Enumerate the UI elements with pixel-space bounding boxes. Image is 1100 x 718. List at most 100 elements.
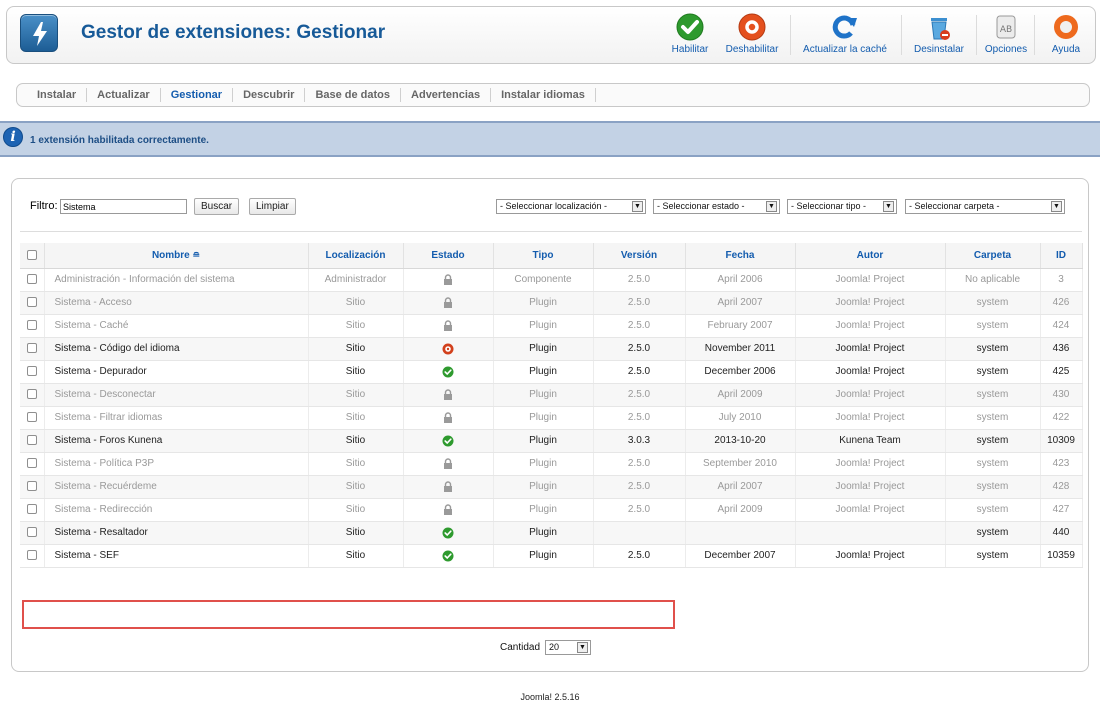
refresh-cache-button[interactable]: Actualizar la caché bbox=[795, 12, 895, 58]
row-checkbox[interactable] bbox=[26, 389, 37, 400]
name-cell[interactable]: Sistema - Política P3P bbox=[44, 452, 309, 476]
filter-search-input[interactable] bbox=[60, 199, 187, 214]
name-cell[interactable]: Sistema - Resaltador bbox=[44, 521, 309, 545]
version-cell: 2.5.0 bbox=[593, 383, 686, 407]
row-checkbox[interactable] bbox=[26, 297, 37, 308]
row-checkbox[interactable] bbox=[26, 366, 37, 377]
location-cell: Sitio bbox=[308, 452, 404, 476]
version-cell: 2.5.0 bbox=[593, 314, 686, 338]
select-all-checkbox[interactable] bbox=[26, 250, 37, 261]
table-body: Administración - Información del sistema… bbox=[20, 268, 1083, 568]
id-cell: 427 bbox=[1040, 498, 1083, 522]
footer-version: Joomla! 2.5.16 bbox=[520, 692, 580, 702]
toolbar-divider bbox=[901, 15, 902, 55]
status-cell bbox=[403, 268, 494, 292]
name-cell[interactable]: Sistema - Depurador bbox=[44, 360, 309, 384]
id-cell: 426 bbox=[1040, 291, 1083, 315]
tab-database[interactable]: Base de datos bbox=[305, 88, 402, 102]
disable-button[interactable]: Deshabilitar bbox=[719, 12, 785, 58]
folder-cell: system bbox=[945, 475, 1041, 499]
author-cell: Joomla! Project bbox=[795, 360, 946, 384]
row-checkbox[interactable] bbox=[26, 435, 37, 446]
options-button[interactable]: AB Opciones bbox=[982, 12, 1030, 58]
folder-cell: system bbox=[945, 383, 1041, 407]
version-cell: 2.5.0 bbox=[593, 268, 686, 292]
date-cell bbox=[685, 521, 796, 545]
refresh-cache-label: Actualizar la caché bbox=[803, 44, 887, 55]
tab-install[interactable]: Instalar bbox=[27, 88, 88, 102]
type-cell: Plugin bbox=[493, 314, 594, 338]
check-icon[interactable] bbox=[442, 527, 454, 539]
row-checkbox[interactable] bbox=[26, 458, 37, 469]
tab-manage[interactable]: Gestionar bbox=[161, 88, 234, 102]
filter-label: Filtro: bbox=[30, 200, 58, 212]
date-cell: July 2010 bbox=[685, 406, 796, 430]
status-cell bbox=[403, 475, 494, 499]
status-cell bbox=[403, 337, 494, 361]
name-cell[interactable]: Sistema - Código del idioma bbox=[44, 337, 309, 361]
name-cell[interactable]: Administración - Información del sistema bbox=[44, 268, 309, 292]
help-button[interactable]: Ayuda bbox=[1040, 12, 1092, 58]
name-cell[interactable]: Sistema - Recuérdeme bbox=[44, 475, 309, 499]
disabled-icon[interactable] bbox=[442, 343, 454, 355]
version-cell: 2.5.0 bbox=[593, 544, 686, 568]
name-cell[interactable]: Sistema - Filtrar idiomas bbox=[44, 406, 309, 430]
location-cell: Sitio bbox=[308, 521, 404, 545]
tab-update[interactable]: Actualizar bbox=[87, 88, 161, 102]
check-icon[interactable] bbox=[442, 366, 454, 378]
column-header-author[interactable]: Autor bbox=[795, 243, 946, 269]
column-header-date[interactable]: Fecha bbox=[685, 243, 796, 269]
pagination-limit-select[interactable]: 20 ▼ bbox=[545, 640, 591, 655]
version-cell: 2.5.0 bbox=[593, 406, 686, 430]
location-select[interactable]: - Seleccionar localización - ▼ bbox=[496, 199, 646, 214]
tab-install-languages[interactable]: Instalar idiomas bbox=[491, 88, 596, 102]
row-checkbox[interactable] bbox=[26, 343, 37, 354]
clear-button[interactable]: Limpiar bbox=[249, 198, 296, 215]
column-header-location[interactable]: Localización bbox=[308, 243, 404, 269]
status-cell bbox=[403, 498, 494, 522]
type-select[interactable]: - Seleccionar tipo - ▼ bbox=[787, 199, 897, 214]
name-cell[interactable]: Sistema - SEF bbox=[44, 544, 309, 568]
name-cell[interactable]: Sistema - Foros Kunena bbox=[44, 429, 309, 453]
location-select-value: - Seleccionar localización - bbox=[500, 201, 608, 211]
name-cell[interactable]: Sistema - Redirección bbox=[44, 498, 309, 522]
column-header-id[interactable]: ID bbox=[1040, 243, 1083, 269]
folder-cell: system bbox=[945, 452, 1041, 476]
row-checkbox[interactable] bbox=[26, 550, 37, 561]
trash-icon bbox=[931, 18, 950, 40]
row-checkbox[interactable] bbox=[26, 274, 37, 285]
column-header-status[interactable]: Estado bbox=[403, 243, 494, 269]
row-checkbox-cell bbox=[20, 429, 45, 453]
date-cell: February 2007 bbox=[685, 314, 796, 338]
row-checkbox[interactable] bbox=[26, 481, 37, 492]
enable-button[interactable]: Habilitar bbox=[667, 12, 713, 58]
tab-warnings[interactable]: Advertencias bbox=[401, 88, 492, 102]
row-checkbox[interactable] bbox=[26, 527, 37, 538]
status-select[interactable]: - Seleccionar estado - ▼ bbox=[653, 199, 780, 214]
table-row: Sistema - Filtrar idiomas Sitio Plugin 2.5.… bbox=[20, 406, 1083, 430]
svg-text:AB: AB bbox=[1000, 25, 1012, 35]
row-checkbox-cell bbox=[20, 452, 45, 476]
tab-discover[interactable]: Descubrir bbox=[233, 88, 306, 102]
type-cell: Plugin bbox=[493, 498, 594, 522]
column-header-type[interactable]: Tipo bbox=[493, 243, 594, 269]
folder-select[interactable]: - Seleccionar carpeta - ▼ bbox=[905, 199, 1065, 214]
uninstall-button[interactable]: Desinstalar bbox=[907, 12, 971, 58]
name-cell[interactable]: Sistema - Acceso bbox=[44, 291, 309, 315]
row-checkbox[interactable] bbox=[26, 504, 37, 515]
check-icon[interactable] bbox=[442, 435, 454, 447]
row-checkbox[interactable] bbox=[26, 320, 37, 331]
column-header-name[interactable]: Nombre ≘ bbox=[44, 243, 309, 269]
name-cell[interactable]: Sistema - Caché bbox=[44, 314, 309, 338]
check-icon[interactable] bbox=[442, 550, 454, 562]
version-cell bbox=[593, 521, 686, 545]
row-checkbox-cell bbox=[20, 360, 45, 384]
search-button[interactable]: Buscar bbox=[194, 198, 240, 215]
column-header-folder[interactable]: Carpeta bbox=[945, 243, 1041, 269]
row-checkbox-cell bbox=[20, 475, 45, 499]
name-cell[interactable]: Sistema - Desconectar bbox=[44, 383, 309, 407]
row-checkbox[interactable] bbox=[26, 412, 37, 423]
filter-divider bbox=[20, 231, 1082, 232]
type-cell: Plugin bbox=[493, 360, 594, 384]
column-header-version[interactable]: Versión bbox=[593, 243, 686, 269]
